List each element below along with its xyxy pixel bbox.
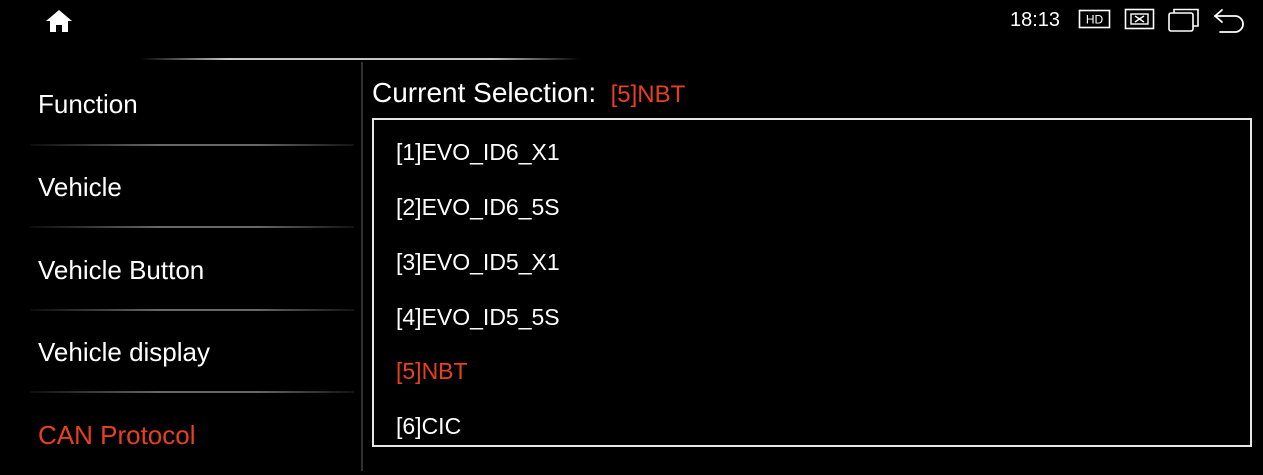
list-item[interactable]: [1]EVO_ID6_X1: [374, 120, 1250, 174]
clock: 18:13: [1010, 9, 1061, 31]
list-item-label: [2]EVO_ID6_5S: [396, 194, 560, 220]
back-icon[interactable]: [1212, 7, 1246, 38]
list-item-label: [5]NBT: [396, 358, 468, 384]
hd-icon-label: HD: [1086, 13, 1104, 27]
current-selection-label: Current Selection:: [372, 77, 597, 108]
list-item-label: [4]EVO_ID5_5S: [396, 304, 560, 330]
list-item[interactable]: [6]CIC: [374, 394, 1250, 445]
sidebar-item-label: CAN Protocol: [38, 420, 196, 450]
sidebar-item-label: Vehicle: [38, 172, 122, 202]
list-item[interactable]: [5]NBT: [374, 339, 1250, 393]
protocol-list[interactable]: [1]EVO_ID6_X1 [2]EVO_ID6_5S [3]EVO_ID5_X…: [372, 118, 1252, 447]
list-item-label: [6]CIC: [396, 413, 462, 439]
sidebar-item-can-protocol[interactable]: CAN Protocol: [0, 393, 362, 475]
panel-divider: [361, 62, 363, 471]
sidebar-item-vehicle-display[interactable]: Vehicle display: [0, 311, 362, 393]
sidebar-item-label: Vehicle Button: [38, 255, 205, 285]
list-item[interactable]: [4]EVO_ID5_5S: [374, 285, 1250, 339]
list-item[interactable]: [2]EVO_ID6_5S: [374, 175, 1250, 229]
current-selection-value: [5]NBT: [610, 81, 686, 108]
current-selection: Current Selection: [5]NBT: [372, 76, 685, 110]
hd-icon[interactable]: HD: [1078, 7, 1112, 36]
header-divider: [140, 58, 580, 60]
sidebar-item-function[interactable]: Function: [0, 62, 362, 144]
home-icon[interactable]: [44, 8, 74, 34]
list-item[interactable]: [3]EVO_ID5_X1: [374, 230, 1250, 284]
sidebar-item-vehicle[interactable]: Vehicle: [0, 146, 362, 228]
status-bar: 18:13 HD: [0, 0, 1263, 42]
list-item-label: [1]EVO_ID6_X1: [396, 139, 560, 165]
sidebar-item-label: Function: [38, 89, 138, 119]
sidebar-item-vehicle-button[interactable]: Vehicle Button: [0, 228, 362, 310]
window-icon[interactable]: [1167, 7, 1201, 38]
sidebar-item-label: Vehicle display: [38, 337, 210, 367]
sidebar: Function Vehicle Vehicle Button Vehicle …: [0, 62, 362, 471]
list-item-label: [3]EVO_ID5_X1: [396, 249, 560, 275]
close-box-icon[interactable]: [1124, 7, 1156, 36]
